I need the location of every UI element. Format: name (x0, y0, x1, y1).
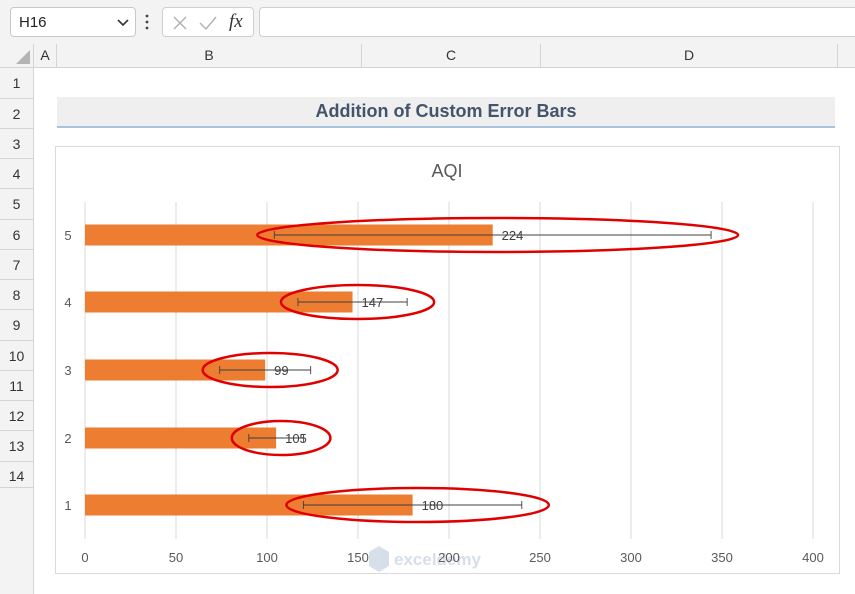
bar[interactable] (85, 427, 277, 449)
column-header-b[interactable]: B (57, 44, 362, 68)
x-icon[interactable] (171, 14, 189, 32)
chart-svg: AQI exceldemy 180 105 99 147 224 0 50 100 150 20… (64, 161, 824, 572)
formula-buttons: fx (162, 7, 254, 37)
column-header-bar: A B C D (0, 44, 855, 68)
chart-area[interactable]: AQI exceldemy 180 105 99 147 224 0 50 100 150 20… (55, 146, 840, 574)
y-category-label: 5 (64, 228, 71, 243)
row-header-2[interactable]: 2 (0, 99, 34, 129)
x-tick-label: 300 (620, 550, 642, 565)
x-tick-label: 150 (347, 550, 369, 565)
y-category-label: 2 (64, 431, 71, 446)
x-tick-label: 250 (529, 550, 551, 565)
x-tick-label: 0 (81, 550, 88, 565)
row-header-11[interactable]: 11 (0, 371, 34, 401)
data-label: 180 (422, 498, 444, 513)
y-category-label: 4 (64, 295, 71, 310)
column-header-a[interactable]: A (34, 44, 57, 68)
row-header-7[interactable]: 7 (0, 250, 34, 280)
y-category-label: 3 (64, 363, 71, 378)
row-header-12[interactable]: 12 (0, 401, 34, 431)
x-tick-label: 400 (802, 550, 824, 565)
more-options-icon[interactable] (144, 12, 150, 32)
row-header-4[interactable]: 4 (0, 159, 34, 189)
name-box[interactable]: H16 (10, 7, 136, 37)
x-tick-label: 350 (711, 550, 733, 565)
column-header-c[interactable]: C (362, 44, 541, 68)
row-header-8[interactable]: 8 (0, 280, 34, 310)
chart-title: AQI (431, 161, 462, 181)
x-tick-label: 200 (438, 550, 460, 565)
data-label: 224 (502, 228, 524, 243)
row-header-14[interactable]: 14 (0, 462, 34, 488)
data-label: 99 (274, 363, 288, 378)
select-all-corner[interactable] (0, 44, 34, 68)
column-header-next[interactable] (838, 44, 855, 68)
row-header-9[interactable]: 9 (0, 310, 34, 341)
chevron-down-icon[interactable] (117, 18, 129, 28)
check-icon[interactable] (198, 14, 218, 32)
fx-icon[interactable]: fx (229, 11, 243, 33)
x-tick-label: 100 (256, 550, 278, 565)
row-header-5[interactable]: 5 (0, 189, 34, 220)
row-header-6[interactable]: 6 (0, 220, 34, 250)
row-header-13[interactable]: 13 (0, 431, 34, 462)
data-label: 105 (285, 431, 307, 446)
watermark: exceldemy (369, 546, 481, 572)
y-category-label: 1 (64, 498, 71, 513)
row-header-3[interactable]: 3 (0, 129, 34, 159)
sheet-title: Addition of Custom Error Bars (57, 97, 835, 128)
row-header-10[interactable]: 10 (0, 341, 34, 371)
data-label: 147 (362, 295, 384, 310)
formula-input[interactable] (259, 7, 855, 37)
row-header-filler (0, 488, 34, 594)
row-header-1[interactable]: 1 (0, 68, 34, 99)
watermark-logo-icon (369, 546, 389, 572)
column-header-d[interactable]: D (541, 44, 838, 68)
x-tick-label: 50 (169, 550, 183, 565)
name-box-value: H16 (19, 14, 47, 31)
